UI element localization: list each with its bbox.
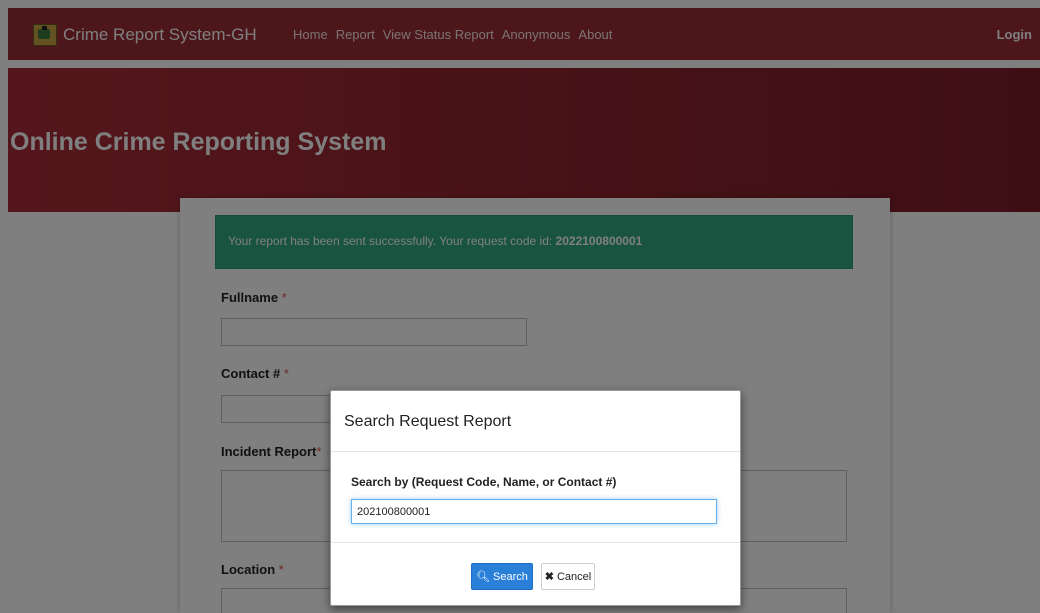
close-icon: ✖ [544,571,554,583]
search-icon: 🔍︎ [476,571,491,583]
search-label: Search by (Request Code, Name, or Contac… [351,475,617,489]
modal-title: Search Request Report [344,413,512,430]
cancel-button-label: Cancel [556,570,592,583]
cancel-button[interactable]: ✖ Cancel [541,563,595,590]
search-button-label: Search [493,570,528,583]
search-button[interactable]: 🔍︎ Search [471,563,533,590]
modal-footer: 🔍︎ Search ✖ Cancel [331,542,740,606]
search-input[interactable] [351,499,717,524]
search-modal: Search Request Report Search by (Request… [330,390,741,606]
page: Crime Report System-GH Home Report View … [0,0,1040,613]
modal-header: Search Request Report [331,391,740,452]
